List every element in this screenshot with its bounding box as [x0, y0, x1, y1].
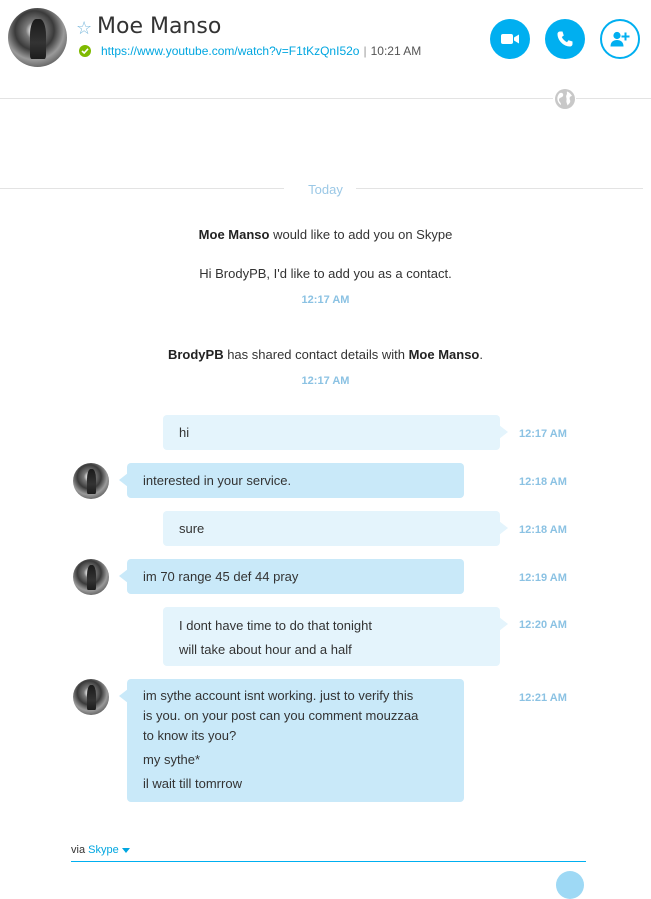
- mood-separator: |: [363, 44, 367, 58]
- message-text: will take about hour and a half: [179, 642, 352, 657]
- share-to[interactable]: Moe Manso: [409, 347, 480, 362]
- message-timestamp: 12:21 AM: [519, 692, 567, 704]
- message-text: im 70 range 45 def 44 pray: [143, 569, 299, 584]
- request-timestamp: 12:17 AM: [301, 294, 350, 306]
- message-bubble-outgoing[interactable]: sure: [163, 511, 508, 546]
- online-status-icon: [79, 45, 91, 57]
- mood-message: https://www.youtube.com/watch?v=F1tKzQnI…: [101, 44, 421, 58]
- message-text: to know its you?: [143, 728, 237, 743]
- sender-avatar[interactable]: [73, 679, 109, 715]
- via-service[interactable]: Skype: [88, 844, 119, 856]
- contact-name[interactable]: Moe Manso: [97, 14, 221, 39]
- message-timestamp: 12:20 AM: [519, 619, 567, 631]
- message-text: I dont have time to do that tonight: [179, 618, 372, 633]
- favorite-star-icon[interactable]: ☆: [76, 18, 92, 39]
- video-call-button[interactable]: [490, 19, 530, 59]
- conversation-header: ☆ Moe Manso https://www.youtube.com/watc…: [0, 0, 651, 99]
- message-bubble-outgoing[interactable]: hi: [163, 415, 508, 450]
- globe-icon[interactable]: [553, 87, 576, 110]
- phone-icon: [557, 31, 573, 47]
- date-divider-label: Today: [308, 182, 343, 197]
- message-timestamp: 12:18 AM: [519, 524, 567, 536]
- mood-link[interactable]: https://www.youtube.com/watch?v=F1tKzQnI…: [101, 44, 359, 58]
- message-text: hi: [179, 425, 190, 440]
- share-end: .: [479, 347, 484, 362]
- message-timestamp: 12:18 AM: [519, 476, 567, 488]
- sender-avatar[interactable]: [73, 463, 109, 499]
- add-contact-icon: [610, 31, 630, 47]
- message-timestamp: 12:17 AM: [519, 428, 567, 440]
- compose-input-border: [71, 861, 586, 862]
- voice-call-button[interactable]: [545, 19, 585, 59]
- message-bubble-incoming[interactable]: interested in your service.: [119, 463, 464, 498]
- contact-avatar[interactable]: [8, 8, 67, 67]
- message-bubble-incoming[interactable]: im 70 range 45 def 44 pray: [119, 559, 464, 594]
- message-bubble-incoming[interactable]: im sythe account isnt working. just to v…: [119, 679, 464, 802]
- via-label: via: [71, 844, 86, 856]
- message-bubble-outgoing[interactable]: I dont have time to do that tonight will…: [163, 607, 508, 666]
- share-text: has shared contact details with: [223, 347, 409, 362]
- sender-avatar[interactable]: [73, 559, 109, 595]
- message-text: im sythe account isnt working. just to v…: [143, 688, 414, 703]
- message-text: my sythe*: [143, 752, 201, 767]
- contact-share-notice: BrodyPB has shared contact details with …: [0, 347, 651, 362]
- message-text: il wait till tomrrow: [143, 776, 242, 791]
- add-people-button[interactable]: [600, 19, 640, 59]
- chevron-down-icon: [121, 847, 130, 853]
- share-from[interactable]: BrodyPB: [168, 347, 224, 362]
- message-text: is you. on your post can you comment mou…: [143, 708, 419, 723]
- local-time: 10:21 AM: [370, 44, 422, 58]
- request-text: would like to add you on Skype: [269, 227, 453, 242]
- message-timestamp: 12:19 AM: [519, 572, 567, 584]
- message-text: sure: [179, 521, 205, 536]
- contact-request-notice: Moe Manso would like to add you on Skype: [0, 227, 651, 242]
- video-camera-icon: [501, 34, 519, 44]
- share-timestamp: 12:17 AM: [301, 375, 350, 387]
- message-text: interested in your service.: [143, 473, 292, 488]
- request-sender[interactable]: Moe Manso: [199, 227, 270, 242]
- contact-request-message: Hi BrodyPB, I'd like to add you as a con…: [199, 266, 452, 281]
- send-via-selector[interactable]: via Skype: [71, 844, 130, 856]
- send-button[interactable]: [556, 871, 584, 899]
